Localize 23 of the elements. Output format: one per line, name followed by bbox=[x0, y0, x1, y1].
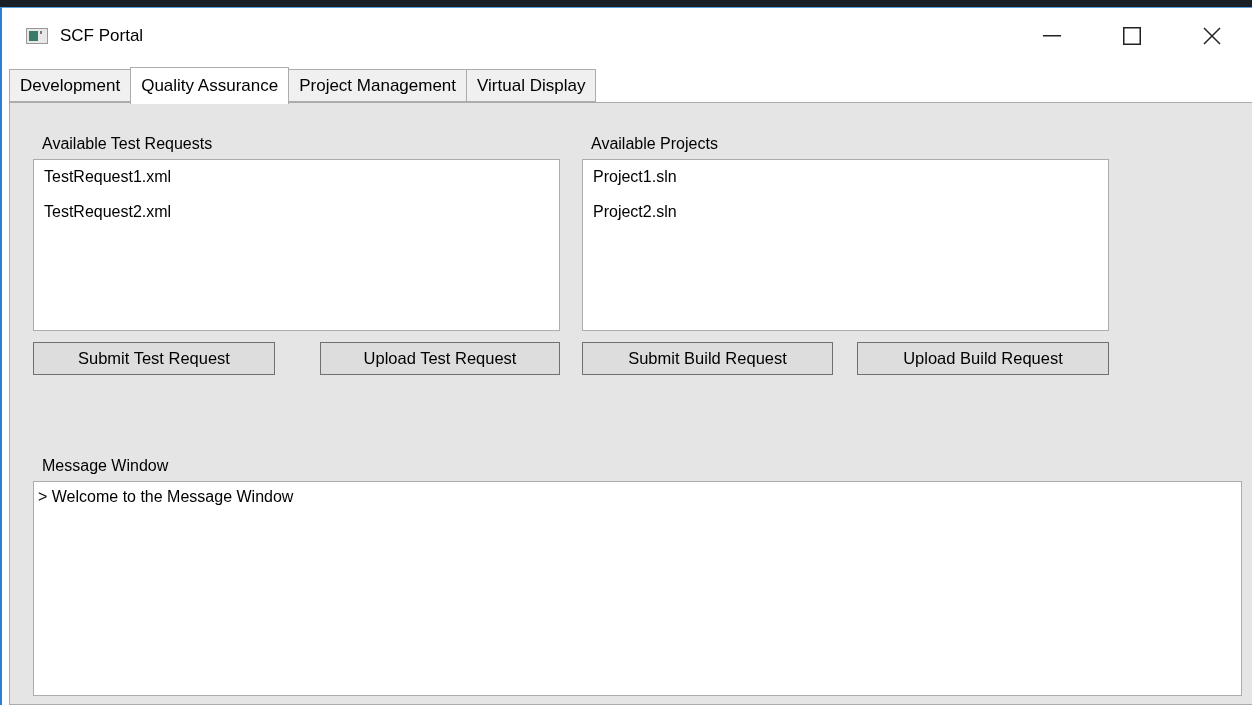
upload-button[interactable]: Upload Build Request bbox=[857, 342, 1109, 375]
list-item[interactable]: Project1.sln bbox=[593, 168, 1098, 186]
list-label: Available Test Requests bbox=[42, 135, 214, 153]
window-title: SCF Portal bbox=[60, 26, 145, 46]
submit-button[interactable]: Submit Test Request bbox=[33, 342, 275, 375]
close-icon bbox=[1203, 27, 1221, 45]
tab[interactable]: Quality Assurance bbox=[130, 67, 290, 104]
message-label: Message Window bbox=[42, 457, 170, 475]
list-box[interactable]: Project1.sln Project2.sln bbox=[582, 159, 1109, 331]
list-item[interactable]: TestRequest1.xml bbox=[44, 168, 549, 186]
message-line: > Welcome to the Message Window bbox=[38, 488, 295, 506]
submit-button[interactable]: Submit Build Request bbox=[582, 342, 833, 375]
maximize-icon bbox=[1123, 27, 1141, 45]
list-label: Available Projects bbox=[591, 135, 719, 153]
minimize-icon bbox=[1043, 35, 1061, 37]
tab[interactable]: Project Management bbox=[288, 69, 468, 102]
app-icon bbox=[26, 28, 48, 44]
upload-button[interactable]: Upload Test Request bbox=[320, 342, 560, 375]
list-item[interactable]: TestRequest2.xml bbox=[44, 203, 549, 221]
tab[interactable]: Virtual Display bbox=[466, 69, 597, 102]
tab[interactable]: Development bbox=[9, 69, 132, 102]
list-box[interactable]: TestRequest1.xml TestRequest2.xml bbox=[33, 159, 560, 331]
list-item[interactable]: Project2.sln bbox=[593, 203, 1098, 221]
